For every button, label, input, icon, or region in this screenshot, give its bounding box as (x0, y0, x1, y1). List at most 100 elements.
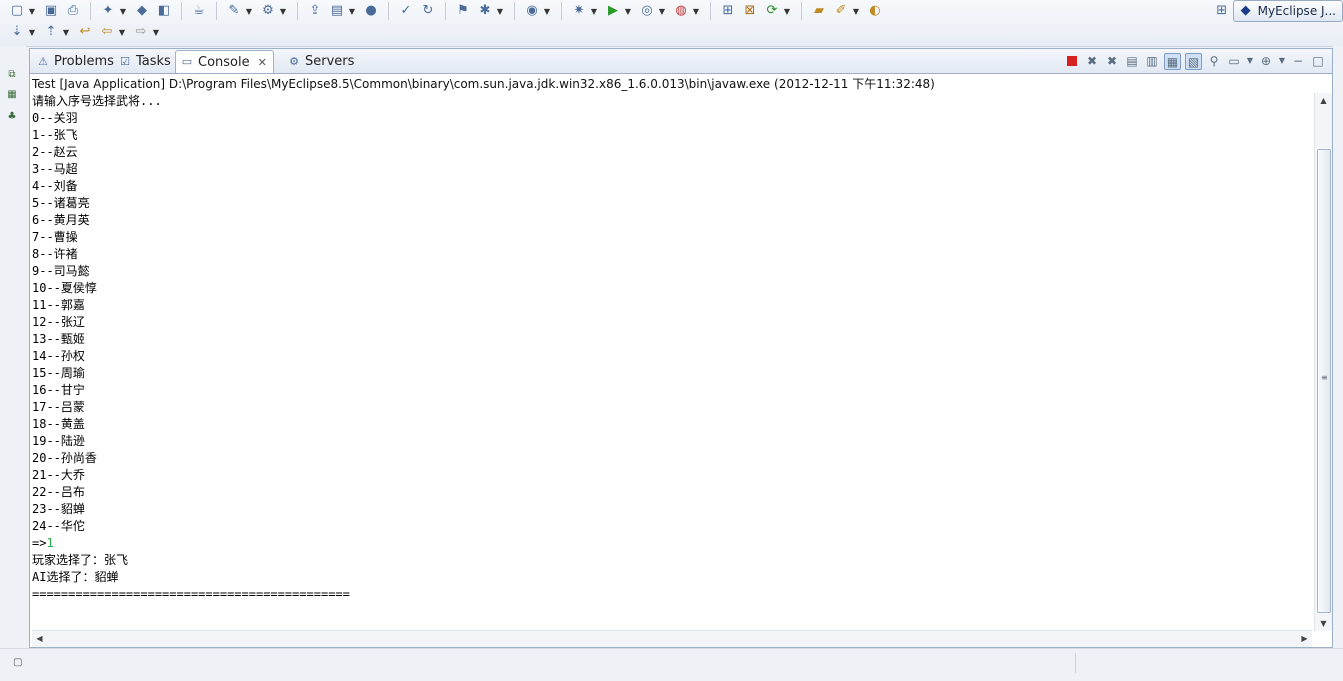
console-line-text: 21--大乔 (32, 468, 85, 482)
vertical-scrollbar[interactable]: ▲ ≡ ▼ (1314, 93, 1332, 631)
debug-icon[interactable]: ✷ (571, 3, 587, 19)
camera-icon[interactable]: ◉ (524, 3, 540, 19)
open-resource-icon[interactable]: ◧ (156, 3, 172, 19)
web-project-icon[interactable]: ⊞ (720, 3, 736, 19)
console-line-text: 0--关羽 (32, 111, 78, 125)
minimize-icon[interactable]: − (1290, 53, 1306, 69)
coverage-icon[interactable]: ◍ (673, 3, 689, 19)
console-line: 8--许褚 (32, 246, 1310, 263)
problems-icon: ⚠ (38, 54, 48, 68)
back-icon[interactable]: ⇦ (99, 24, 115, 40)
scroll-down-icon[interactable]: ▼ (1318, 618, 1329, 629)
open-perspective-icon[interactable]: ⊞ (1214, 3, 1230, 19)
scroll-right-icon[interactable]: ▶ (1299, 633, 1310, 644)
terminate-icon[interactable] (1067, 56, 1077, 66)
prev-annotation-icon[interactable]: ⇡ (43, 24, 59, 40)
package-explorer-icon[interactable]: ▦ (5, 88, 19, 102)
tab-problems[interactable]: ⚠ Problems (32, 51, 120, 72)
console-line-text: 24--华佗 (32, 519, 85, 533)
console-line: 18--黄盖 (32, 416, 1310, 433)
display-console-icon[interactable]: ▭ (1226, 53, 1242, 69)
console-view-toolbar: ✖ ✖ ▤ ▥ ▦ ▧ ⚲ ▭ ▼ ⊕ ▼ − □ (1062, 52, 1328, 70)
left-trim-dock: ⧉ ▦ ♣ (0, 46, 26, 646)
console-line-text: 7--曹操 (32, 230, 78, 244)
open-type-icon[interactable]: ◆ (134, 3, 150, 19)
refresh-icon[interactable]: ⟳ (764, 3, 780, 19)
console-line: 12--张辽 (32, 314, 1310, 331)
console-user-input: 1 (46, 536, 54, 550)
pin-console-icon[interactable]: ⚲ (1206, 53, 1222, 69)
console-line: 15--周瑜 (32, 365, 1310, 382)
console-line-text: 15--周瑜 (32, 366, 85, 380)
tab-servers[interactable]: ⚙ Servers (283, 51, 360, 72)
new-icon[interactable]: ▢ (9, 3, 25, 19)
console-line-text: 6--黄月英 (32, 213, 90, 227)
console-line: 玩家选择了：张飞 (32, 552, 1310, 569)
run-icon[interactable]: ▶ (605, 3, 621, 19)
new-dropdown[interactable]: ▼ (28, 3, 36, 19)
deploy-icon[interactable]: ⇪ (307, 3, 323, 19)
show-stdout-icon[interactable]: ▦ (1164, 52, 1181, 70)
console-line-text: 5--诸葛亮 (32, 196, 90, 210)
print-icon[interactable]: ⎙ (65, 3, 81, 19)
horizontal-scrollbar[interactable]: ◀ ▶ (32, 630, 1312, 647)
new-wizard-icon[interactable]: ✦ (100, 3, 116, 19)
maximize-icon[interactable]: □ (1310, 53, 1326, 69)
external-tools-icon[interactable]: ⚑ (455, 3, 471, 19)
ant-icon[interactable]: ◐ (867, 3, 883, 19)
bug-icon[interactable]: ✱ (477, 3, 493, 19)
console-line-text: 23--貂蝉 (32, 502, 85, 516)
view-tab-bar: ⚠ Problems ☑ Tasks ▭ Console ✕ ⚙ Servers… (30, 49, 1332, 74)
build-icon[interactable]: ✐ (833, 3, 849, 19)
restore-icon[interactable]: ⧉ (5, 68, 19, 82)
tab-tasks[interactable]: ☑ Tasks (114, 51, 177, 72)
tasks-icon: ☑ (120, 54, 130, 68)
browser-icon[interactable]: ▤ (329, 3, 345, 19)
console-output[interactable]: 请输入序号选择武将... 0--关羽 1--张飞 2--赵云 3--马超 4--刘备 5--… (32, 93, 1310, 631)
last-edit-icon[interactable]: ↩ (77, 24, 93, 40)
ejb-icon[interactable]: ⊠ (742, 3, 758, 19)
globe-icon[interactable]: ● (363, 3, 379, 19)
new-class-icon[interactable]: ✎ (226, 3, 242, 19)
perspective-button[interactable]: ◆ MyEclipse J... (1232, 0, 1343, 22)
console-line: 7--曹操 (32, 229, 1310, 246)
tab-label: Problems (54, 54, 114, 69)
forward-icon[interactable]: ⇨ (133, 24, 149, 40)
console-line-text: 18--黄盖 (32, 417, 85, 431)
fast-view-icon[interactable]: ▢ (13, 656, 27, 670)
console-line-text: 3--马超 (32, 162, 78, 176)
console-line-text: 玩家选择了：张飞 (32, 553, 129, 567)
perspective-switcher: ⊞ ◆ MyEclipse J... (1211, 0, 1343, 22)
console-line-text: 13--甄姬 (32, 332, 85, 346)
scroll-lock-icon[interactable]: ▥ (1144, 53, 1160, 69)
sync-icon[interactable]: ↻ (420, 3, 436, 19)
console-line: 4--刘备 (32, 178, 1310, 195)
show-stderr-icon[interactable]: ▧ (1185, 52, 1202, 70)
console-line-text: 4--刘备 (32, 179, 78, 193)
close-tab-icon[interactable]: ✕ (258, 56, 267, 69)
hierarchy-icon[interactable]: ♣ (5, 110, 19, 124)
open-console-icon[interactable]: ⊕ (1258, 53, 1274, 69)
remove-launch-icon[interactable]: ✖ (1084, 53, 1100, 69)
tab-console[interactable]: ▭ Console ✕ (175, 50, 274, 73)
package-icon[interactable]: ▰ (811, 3, 827, 19)
task-icon[interactable]: ✓ (398, 3, 414, 19)
server-icon[interactable]: ⚙ (260, 3, 276, 19)
servers-icon: ⚙ (289, 54, 299, 68)
run-history-icon[interactable]: ◎ (639, 3, 655, 19)
java-project-icon[interactable]: ☕ (191, 3, 207, 19)
console-line: AI选择了：貂蝉 (32, 569, 1310, 586)
console-line-text: 9--司马懿 (32, 264, 90, 278)
scroll-left-icon[interactable]: ◀ (34, 633, 45, 644)
scroll-up-icon[interactable]: ▲ (1318, 95, 1329, 106)
console-description: Test [Java Application] D:\Program Files… (32, 77, 935, 91)
console-line: 9--司马懿 (32, 263, 1310, 280)
console-line: 24--华佗 (32, 518, 1310, 535)
remove-all-terminated-icon[interactable]: ✖ (1104, 53, 1120, 69)
clear-console-icon[interactable]: ▤ (1124, 53, 1140, 69)
console-line-text: 10--夏侯惇 (32, 281, 97, 295)
scrollbar-thumb[interactable]: ≡ (1317, 149, 1331, 613)
next-annotation-icon[interactable]: ⇣ (9, 24, 25, 40)
console-line-text: 22--吕布 (32, 485, 85, 499)
save-icon[interactable]: ▣ (43, 3, 59, 19)
